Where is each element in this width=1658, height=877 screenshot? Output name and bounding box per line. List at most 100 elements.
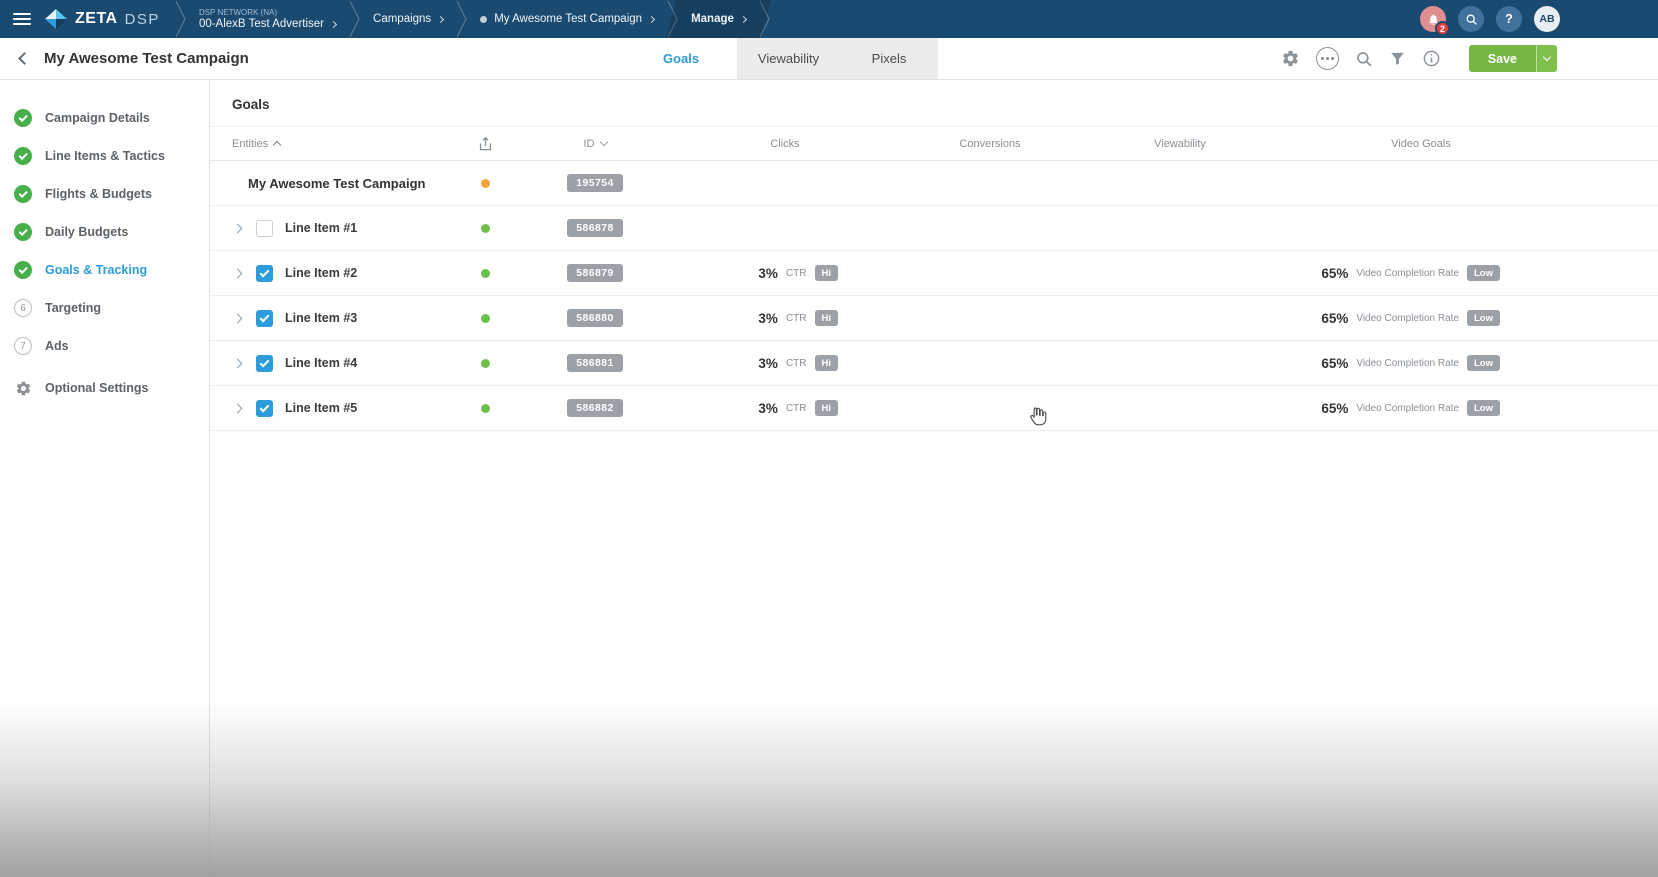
- filter-button[interactable]: [1389, 50, 1406, 67]
- priority-badge: Hi: [815, 400, 839, 416]
- row-checkbox[interactable]: [256, 220, 273, 237]
- sidebar-item-goals-tracking[interactable]: Goals & Tracking: [0, 251, 209, 289]
- entity-name: Line Item #4: [285, 356, 357, 370]
- column-header-conversions[interactable]: Conversions: [890, 127, 1090, 160]
- expand-chevron-icon[interactable]: [233, 268, 243, 278]
- status-dot-green: [481, 314, 490, 323]
- help-icon: ?: [1505, 12, 1513, 26]
- video-metric: Video Completion Rate: [1356, 313, 1459, 324]
- column-header-entities[interactable]: Entities: [210, 127, 460, 160]
- global-search-button[interactable]: [1458, 6, 1484, 32]
- column-header-viewability[interactable]: Viewability: [1090, 127, 1270, 160]
- column-header-share[interactable]: [460, 127, 510, 160]
- chevron-down-icon: [599, 138, 607, 146]
- video-value: 65%: [1321, 311, 1348, 326]
- priority-badge: Hi: [815, 265, 839, 281]
- table-row-line-item[interactable]: Line Item #2 586879 3% CTR Hi 65% Video …: [210, 251, 1658, 296]
- help-button[interactable]: ?: [1496, 6, 1522, 32]
- sidebar-item-targeting[interactable]: 6 Targeting: [0, 289, 209, 327]
- sidebar-item-optional-settings[interactable]: Optional Settings: [0, 369, 209, 407]
- video-metric: Video Completion Rate: [1356, 403, 1459, 414]
- priority-badge: Low: [1467, 355, 1500, 371]
- chevron-right-icon: [437, 15, 444, 22]
- entity-name: Line Item #1: [285, 221, 357, 235]
- status-dot-green: [481, 269, 490, 278]
- campaign-status-dot: [480, 16, 487, 23]
- column-header-video-goals[interactable]: Video Goals: [1270, 127, 1658, 160]
- table-row-line-item[interactable]: Line Item #3 586880 3% CTR Hi 65% Video …: [210, 296, 1658, 341]
- campaign-label: My Awesome Test Campaign: [494, 13, 642, 25]
- video-value: 65%: [1321, 401, 1348, 416]
- column-header-clicks[interactable]: Clicks: [680, 127, 890, 160]
- breadcrumb-campaign[interactable]: My Awesome Test Campaign: [468, 0, 666, 38]
- status-dot-orange: [481, 179, 490, 188]
- check-icon: [260, 312, 270, 322]
- table-row-campaign[interactable]: My Awesome Test Campaign 195754: [210, 161, 1658, 206]
- row-checkbox[interactable]: [256, 355, 273, 372]
- table-search-button[interactable]: [1355, 50, 1373, 68]
- breadcrumb-manage[interactable]: Manage: [679, 0, 758, 38]
- id-cell: 586882: [510, 399, 680, 417]
- expand-chevron-icon[interactable]: [233, 223, 243, 233]
- priority-badge: Low: [1467, 400, 1500, 416]
- zeta-dsp-logo[interactable]: ZETA DSP: [42, 0, 174, 38]
- save-dropdown-button[interactable]: [1536, 45, 1557, 72]
- topbar: ZETA DSP DSP NETWORK (NA) 00-AlexB Test …: [0, 0, 1658, 38]
- id-cell: 195754: [510, 174, 680, 192]
- entity-name: Line Item #5: [285, 401, 357, 415]
- video-metric: Video Completion Rate: [1356, 268, 1459, 279]
- tab-viewability[interactable]: Viewability: [737, 38, 840, 79]
- id-badge: 586881: [567, 354, 622, 372]
- entity-cell: Line Item #5: [210, 386, 460, 430]
- table-row-line-item[interactable]: Line Item #1 586878: [210, 206, 1658, 251]
- tab-goals[interactable]: Goals: [625, 38, 737, 79]
- more-button[interactable]: [1316, 47, 1339, 70]
- row-checkbox[interactable]: [256, 310, 273, 327]
- clicks-value: 3%: [758, 266, 778, 281]
- breadcrumb-campaigns[interactable]: Campaigns: [361, 0, 455, 38]
- row-checkbox[interactable]: [256, 265, 273, 282]
- section-title: Goals: [210, 80, 1658, 127]
- info-button[interactable]: [1422, 49, 1441, 68]
- check-circle-icon: [14, 185, 32, 203]
- video-value: 65%: [1321, 266, 1348, 281]
- logo-dsp-text: DSP: [125, 11, 160, 28]
- column-header-id[interactable]: ID: [510, 127, 680, 160]
- clicks-value: 3%: [758, 311, 778, 326]
- sidebar-item-flights-budgets[interactable]: Flights & Budgets: [0, 175, 209, 213]
- breadcrumb-separator: [455, 0, 468, 38]
- check-circle-icon: [14, 147, 32, 165]
- status-cell: [460, 404, 510, 413]
- clicks-goal-cell: 3% CTR Hi: [680, 386, 890, 430]
- priority-badge: Hi: [815, 310, 839, 326]
- notifications-button[interactable]: 2: [1420, 6, 1446, 32]
- step-number-icon: 7: [14, 337, 32, 355]
- table-row-line-item[interactable]: Line Item #4 586881 3% CTR Hi 65% Video …: [210, 341, 1658, 386]
- check-icon: [260, 357, 270, 367]
- search-icon: [1465, 13, 1478, 26]
- video-goal-cell: 65% Video Completion Rate Low: [1270, 341, 1658, 385]
- avatar-initials: AB: [1539, 13, 1554, 25]
- expand-chevron-icon[interactable]: [233, 403, 243, 413]
- menu-icon[interactable]: [0, 0, 42, 38]
- sidebar-item-line-items-tactics[interactable]: Line Items & Tactics: [0, 137, 209, 175]
- check-circle-icon: [14, 261, 32, 279]
- status-cell: [460, 314, 510, 323]
- sidebar-item-campaign-details[interactable]: Campaign Details: [0, 99, 209, 137]
- expand-chevron-icon[interactable]: [233, 358, 243, 368]
- settings-button[interactable]: [1281, 49, 1300, 68]
- tab-pixels[interactable]: Pixels: [840, 38, 938, 79]
- sidebar-item-ads[interactable]: 7 Ads: [0, 327, 209, 365]
- sidebar-item-daily-budgets[interactable]: Daily Budgets: [0, 213, 209, 251]
- sort-asc-icon: [273, 141, 281, 149]
- back-button[interactable]: [18, 52, 31, 65]
- breadcrumb-advertiser[interactable]: DSP NETWORK (NA) 00-AlexB Test Advertise…: [187, 0, 348, 38]
- page-title: My Awesome Test Campaign: [44, 50, 249, 67]
- filter-funnel-icon: [1389, 50, 1406, 67]
- save-button[interactable]: Save: [1469, 45, 1557, 72]
- avatar[interactable]: AB: [1534, 6, 1560, 32]
- chevron-down-icon: [1543, 53, 1551, 61]
- table-row-line-item[interactable]: Line Item #5 586882 3% CTR Hi 65% Video …: [210, 386, 1658, 431]
- expand-chevron-icon[interactable]: [233, 313, 243, 323]
- row-checkbox[interactable]: [256, 400, 273, 417]
